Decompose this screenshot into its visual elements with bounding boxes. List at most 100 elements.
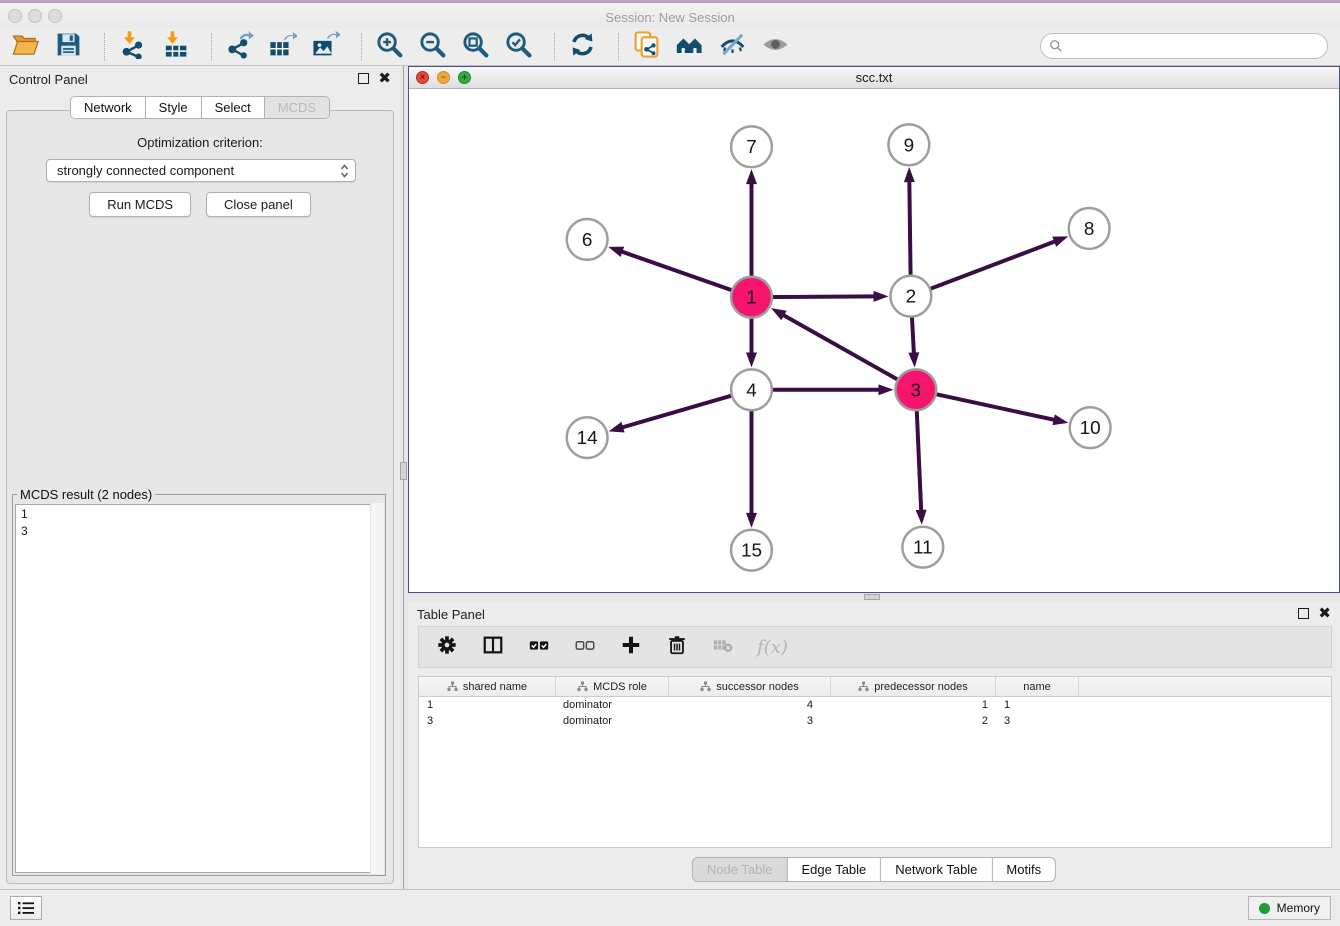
tab-select[interactable]: Select xyxy=(202,97,265,118)
open-session-button[interactable] xyxy=(8,30,42,64)
task-history-button[interactable] xyxy=(10,896,42,920)
graph-node-6[interactable]: 6 xyxy=(567,219,608,260)
control-panel-close-button[interactable]: ✖ xyxy=(378,73,391,84)
zoom-in-button[interactable] xyxy=(372,30,406,64)
table-cell[interactable]: 1 xyxy=(419,699,556,711)
graph-edge-arrowhead xyxy=(1052,414,1068,425)
function-builder-button[interactable]: f(x) xyxy=(757,635,788,659)
table-cell[interactable]: dominator xyxy=(556,699,669,711)
tab-mcds[interactable]: MCDS xyxy=(265,97,329,118)
table-cell[interactable]: 3 xyxy=(419,715,556,727)
graph-edge-arrowhead xyxy=(916,510,927,525)
svg-text:3: 3 xyxy=(911,380,922,401)
zoom-fit-button[interactable] xyxy=(458,30,492,64)
search-input[interactable] xyxy=(1068,38,1327,55)
search-field[interactable] xyxy=(1040,33,1328,59)
save-session-button[interactable] xyxy=(51,30,85,64)
graph-node-8[interactable]: 8 xyxy=(1069,208,1110,249)
graph-node-15[interactable]: 15 xyxy=(731,530,772,571)
network-canvas[interactable]: 1 2 3 4 6 7 8 9 10 11 14 15 xyxy=(409,89,1339,592)
import-table-button[interactable] xyxy=(158,30,192,64)
column-header-predecessor-nodes[interactable]: predecessor nodes xyxy=(831,677,996,696)
control-panel-float-button[interactable] xyxy=(358,73,369,84)
horizontal-splitter-handle[interactable] xyxy=(864,594,880,600)
graph-edge-arrowhead xyxy=(873,291,888,302)
zoom-out-button[interactable] xyxy=(415,30,449,64)
export-network-button[interactable] xyxy=(222,30,256,64)
graph-edge-3-1[interactable] xyxy=(781,314,915,390)
result-scrollbar[interactable] xyxy=(370,503,384,874)
vertical-splitter[interactable] xyxy=(400,66,408,890)
graph-node-14[interactable]: 14 xyxy=(567,417,608,458)
table-panel-close-button[interactable]: ✖ xyxy=(1318,608,1331,619)
graph-node-3[interactable]: 3 xyxy=(895,369,936,410)
network-window-titlebar[interactable]: × − + scc.txt xyxy=(409,67,1339,89)
show-all-button[interactable] xyxy=(758,30,792,64)
eye-icon xyxy=(761,30,790,64)
table-cell[interactable]: 1 xyxy=(996,699,1079,711)
zoom-selected-button[interactable] xyxy=(501,30,535,64)
graph-node-7[interactable]: 7 xyxy=(731,126,772,167)
first-neighbors-button[interactable] xyxy=(672,30,706,64)
horizontal-splitter[interactable] xyxy=(408,593,1340,601)
criterion-select[interactable]: strongly connected component xyxy=(46,159,356,182)
table-cell[interactable]: 4 xyxy=(669,699,831,711)
hide-selected-button[interactable] xyxy=(715,30,749,64)
table-row[interactable]: 3dominator323 xyxy=(419,713,1331,729)
tab-network[interactable]: Network xyxy=(71,97,146,118)
column-header-successor-nodes[interactable]: successor nodes xyxy=(669,677,831,696)
column-header-shared-name[interactable]: shared name xyxy=(419,677,556,696)
table-settings-button[interactable] xyxy=(435,635,459,659)
tab-network-table[interactable]: Network Table xyxy=(881,858,992,881)
graph-node-2[interactable]: 2 xyxy=(890,276,931,317)
export-image-icon xyxy=(311,30,340,64)
column-header-mcds-role[interactable]: MCDS role xyxy=(556,677,669,696)
unchecked-boxes-icon xyxy=(574,634,596,661)
graph-node-1[interactable]: 1 xyxy=(731,277,772,318)
mcds-result-text[interactable]: 1 3 xyxy=(15,504,383,873)
control-panel: Control Panel ✖ Network Style Select MCD… xyxy=(0,66,400,890)
memory-label: Memory xyxy=(1277,901,1320,915)
svg-text:15: 15 xyxy=(741,541,762,562)
table-row[interactable]: 1dominator411 xyxy=(419,697,1331,713)
tab-motifs[interactable]: Motifs xyxy=(992,858,1055,881)
table-cell[interactable]: 3 xyxy=(996,715,1079,727)
deselect-all-button[interactable] xyxy=(573,635,597,659)
tab-style[interactable]: Style xyxy=(146,97,202,118)
graph-node-10[interactable]: 10 xyxy=(1070,407,1111,448)
column-header-name[interactable]: name xyxy=(996,677,1079,696)
graph-node-11[interactable]: 11 xyxy=(902,527,943,568)
graph-edge-2-8[interactable] xyxy=(911,241,1057,297)
tab-node-table[interactable]: Node Table xyxy=(693,858,788,881)
table-cell[interactable]: 2 xyxy=(831,715,996,727)
column-header-filler xyxy=(1079,677,1331,696)
status-bar: Memory xyxy=(0,889,1340,926)
run-mcds-button[interactable]: Run MCDS xyxy=(89,192,191,217)
control-panel-tabs: Network Style Select MCDS xyxy=(70,96,330,119)
split-view-button[interactable] xyxy=(481,635,505,659)
new-network-from-selection-button[interactable] xyxy=(629,30,663,64)
refresh-view-button[interactable] xyxy=(565,30,599,64)
memory-button[interactable]: Memory xyxy=(1248,896,1331,920)
table-cell[interactable]: 1 xyxy=(831,699,996,711)
add-column-button[interactable] xyxy=(619,635,643,659)
graph-node-9[interactable]: 9 xyxy=(888,124,929,165)
graph-edge-arrowhead xyxy=(746,513,757,528)
tab-edge-table[interactable]: Edge Table xyxy=(787,858,881,881)
export-table-button[interactable] xyxy=(265,30,299,64)
table-panel-float-button[interactable] xyxy=(1298,608,1309,619)
export-image-button[interactable] xyxy=(308,30,342,64)
table-cell[interactable]: 3 xyxy=(669,715,831,727)
delete-table-button[interactable] xyxy=(711,635,735,659)
graph-node-4[interactable]: 4 xyxy=(731,369,772,410)
select-all-button[interactable] xyxy=(527,635,551,659)
svg-text:7: 7 xyxy=(746,137,757,158)
export-network-icon xyxy=(225,30,254,64)
graph-edge-arrowhead xyxy=(1052,236,1068,246)
delete-column-button[interactable] xyxy=(665,635,689,659)
vertical-splitter-handle[interactable] xyxy=(400,462,407,480)
close-panel-button[interactable]: Close panel xyxy=(206,192,311,217)
table-cell[interactable]: dominator xyxy=(556,715,669,727)
mcds-result-group: MCDS result (2 nodes) 1 3 xyxy=(12,487,386,876)
import-network-button[interactable] xyxy=(115,30,149,64)
